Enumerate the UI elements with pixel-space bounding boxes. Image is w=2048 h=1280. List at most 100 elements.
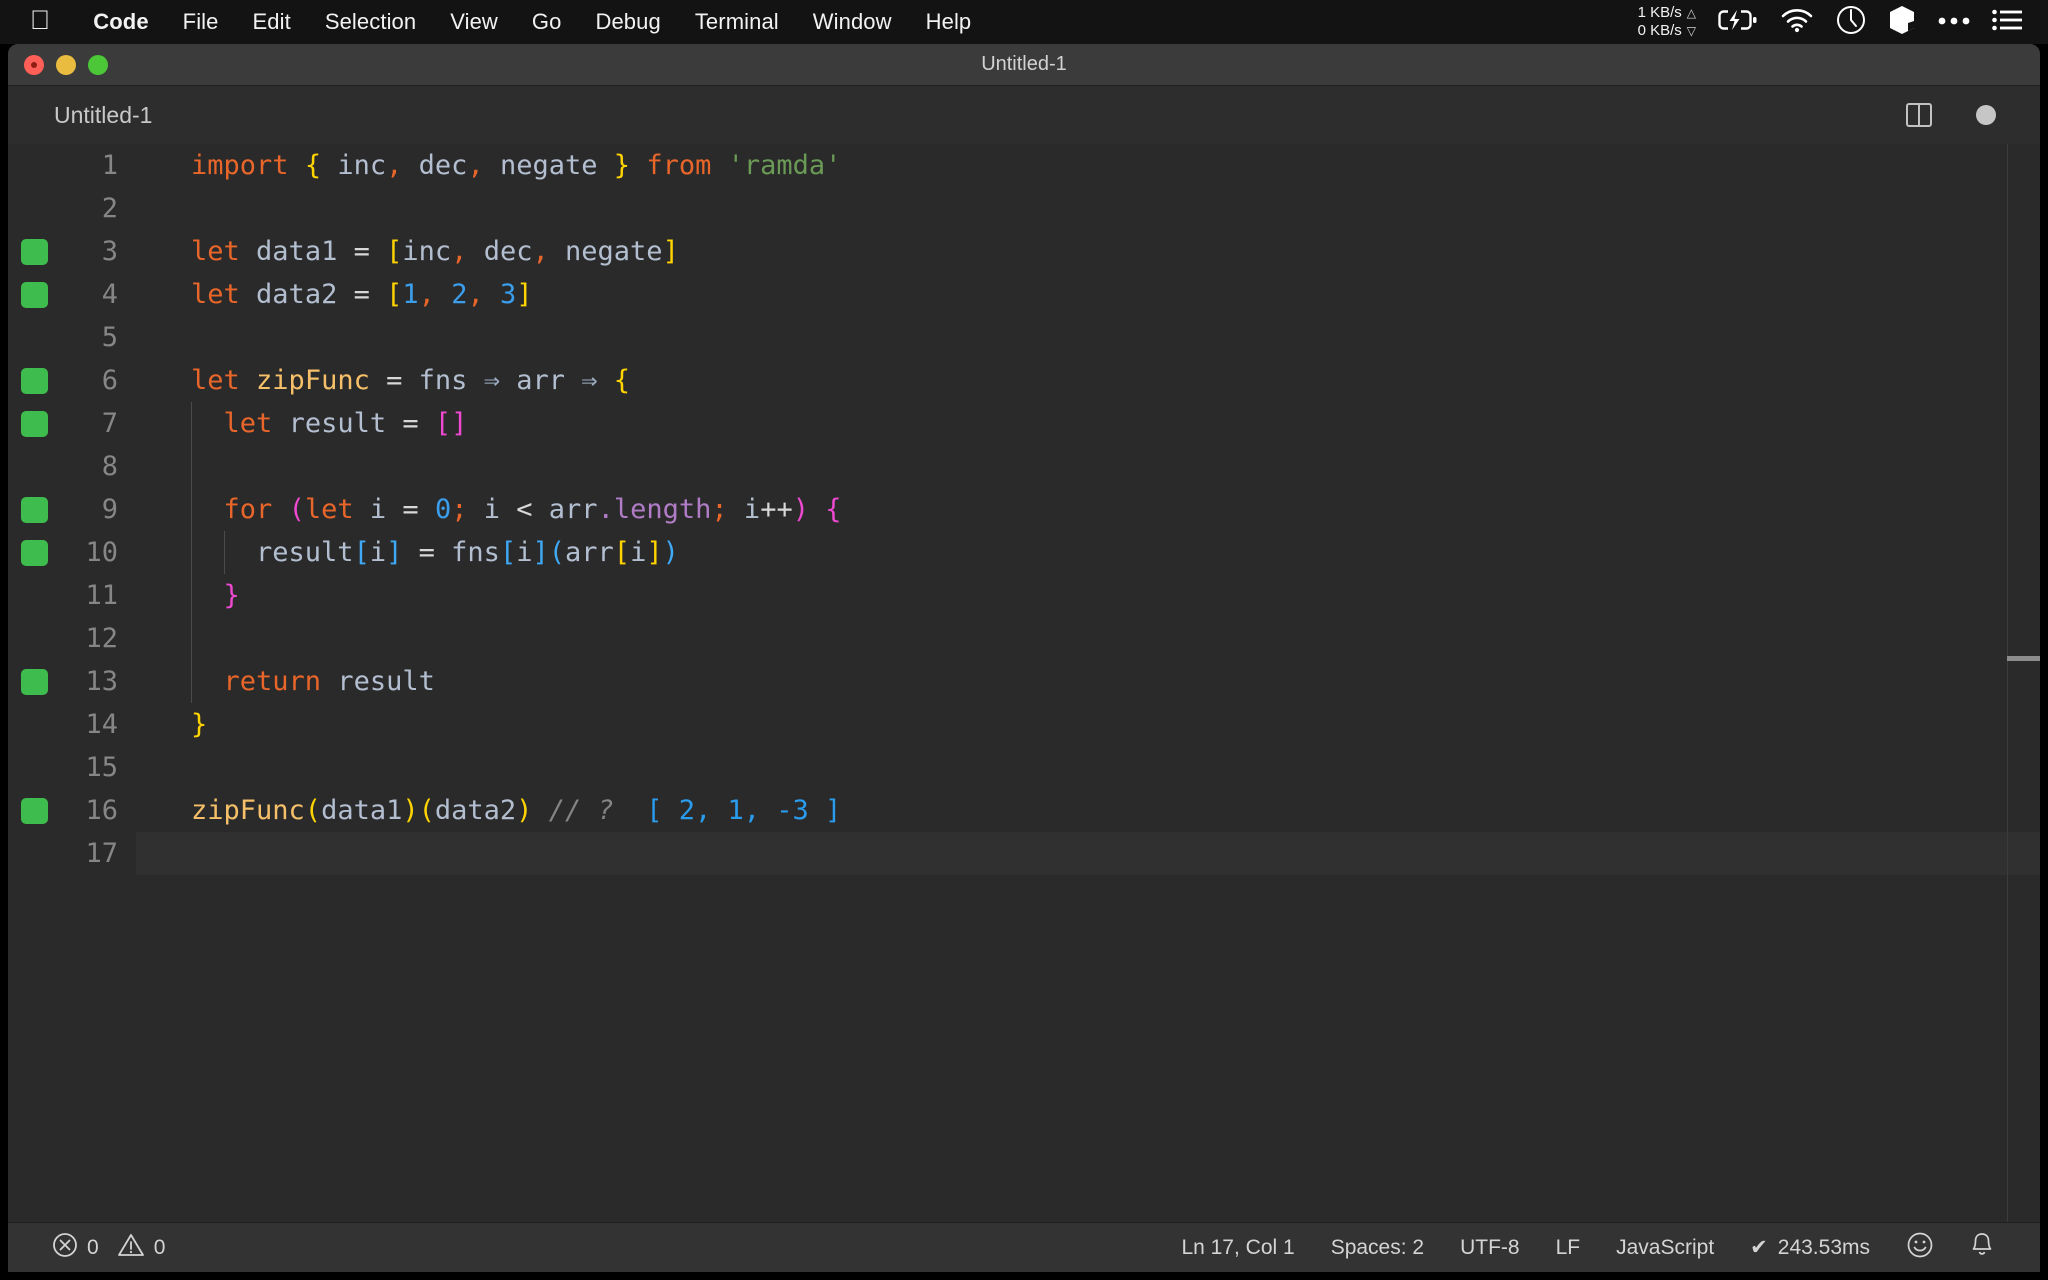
code-token: inc [337, 150, 387, 181]
code-token: = [402, 494, 419, 525]
clock-icon[interactable] [1836, 5, 1866, 40]
close-icon [31, 61, 37, 68]
upload-arrow-icon: △ [1686, 6, 1696, 20]
code-token: data1 [256, 236, 338, 267]
ellipsis-icon[interactable] [1938, 13, 1970, 31]
code-line[interactable]: 1 import { inc, dec, negate } from 'ramda… [8, 144, 2040, 187]
box-icon[interactable] [1888, 5, 1916, 40]
code-line[interactable]: 2 [8, 187, 2040, 230]
coverage-indicator-empty [21, 196, 48, 222]
menu-item-file[interactable]: File [166, 9, 236, 35]
code-editor[interactable]: 1 import { inc, dec, negate } from 'ramda… [8, 144, 2040, 1222]
coverage-indicator-empty [21, 454, 48, 480]
code-text[interactable] [136, 316, 2040, 359]
code-line[interactable]: 9 for (let i = 0; i < arr. length; i ++) { [8, 488, 2040, 531]
eol-setting[interactable]: LF [1538, 1236, 1599, 1260]
status-bar-left: 0 0 [8, 1232, 183, 1264]
code-token: [ 2, 1, -3 ] [646, 795, 842, 826]
cursor-position[interactable]: Ln 17, Col 1 [1163, 1236, 1312, 1260]
code-line[interactable]: 7 let result = [] [8, 402, 2040, 445]
code-line[interactable]: 17 [8, 832, 2040, 875]
code-text[interactable]: let data2 = [1, 2, 3] [136, 273, 2040, 316]
problems-status[interactable]: 0 0 [34, 1232, 183, 1264]
apple-logo-icon[interactable]:  [30, 6, 50, 34]
menu-item-code[interactable]: Code [76, 9, 165, 35]
menu-item-window[interactable]: Window [796, 9, 909, 35]
code-token: // ? [548, 795, 614, 826]
code-text[interactable] [136, 746, 2040, 789]
menu-item-selection[interactable]: Selection [308, 9, 433, 35]
code-line[interactable]: 5 [8, 316, 2040, 359]
code-text[interactable]: let data1 = [inc, dec, negate] [136, 230, 2040, 273]
code-text[interactable] [136, 187, 2040, 230]
coverage-indicator-empty [21, 712, 48, 738]
split-editor-icon[interactable] [1906, 103, 1932, 127]
code-text[interactable]: let result = [] [136, 402, 2040, 445]
code-token: i [369, 537, 387, 568]
menu-item-debug[interactable]: Debug [578, 9, 677, 35]
code-text[interactable]: result[i] = fns[i](arr[i]) [136, 531, 2040, 574]
encoding-setting[interactable]: UTF-8 [1442, 1236, 1538, 1260]
code-line[interactable]: 4 let data2 = [1, 2, 3] [8, 273, 2040, 316]
editor-tab-bar: Untitled-1 [8, 86, 2040, 144]
code-text[interactable]: import { inc, dec, negate } from 'ramda' [136, 144, 2040, 187]
menu-item-go[interactable]: Go [515, 9, 579, 35]
list-icon[interactable] [1992, 9, 2022, 36]
code-text[interactable]: let zipFunc = fns ⇒ arr ⇒ { [136, 359, 2040, 402]
battery-charging-icon[interactable] [1718, 8, 1758, 37]
code-text[interactable] [136, 617, 2040, 660]
code-token: = [418, 537, 435, 568]
code-token: < [516, 494, 533, 525]
code-token: , [532, 236, 549, 267]
language-mode[interactable]: JavaScript [1598, 1236, 1732, 1260]
code-line[interactable]: 8 [8, 445, 2040, 488]
network-speed-indicator[interactable]: 1 KB/s 0 KB/s △ ▽ [1638, 4, 1696, 40]
maximize-button[interactable] [88, 54, 108, 75]
error-circle-icon [52, 1232, 78, 1264]
code-line[interactable]: 11 } [8, 574, 2040, 617]
notifications-button[interactable] [1952, 1231, 2012, 1265]
code-line[interactable]: 10 result[i] = fns[i](arr[i]) [8, 531, 2040, 574]
scrollbar-decoration[interactable] [2007, 656, 2040, 661]
feedback-button[interactable] [1888, 1231, 1952, 1265]
unsaved-changes-dot-icon[interactable] [1976, 105, 1996, 125]
code-text[interactable]: } [136, 574, 2040, 617]
code-line[interactable]: 3 let data1 = [inc, dec, negate] [8, 230, 2040, 273]
code-token: i [630, 537, 647, 568]
wifi-icon[interactable] [1780, 7, 1814, 38]
code-line[interactable]: 13 return result [8, 660, 2040, 703]
menu-item-help[interactable]: Help [909, 9, 989, 35]
code-line[interactable]: 6 let zipFunc = fns ⇒ arr ⇒ { [8, 359, 2040, 402]
code-line[interactable]: 12 [8, 617, 2040, 660]
code-token: , [467, 150, 484, 181]
code-text[interactable]: for (let i = 0; i < arr. length; i ++) { [136, 488, 2040, 531]
code-line[interactable]: 15 [8, 746, 2040, 789]
code-token: i [743, 494, 761, 525]
code-token: ] [532, 537, 549, 568]
code-token: } [191, 709, 208, 740]
code-token: [ [613, 537, 631, 568]
menu-item-view[interactable]: View [433, 9, 515, 35]
window-title: Untitled-1 [981, 53, 1067, 75]
quokka-status[interactable]: ✔ 243.53ms [1732, 1235, 1888, 1260]
code-text[interactable]: zipFunc(data1)(data2) // ? [ 2, 1, -3 ] [136, 789, 2040, 832]
menu-item-edit[interactable]: Edit [236, 9, 308, 35]
code-line[interactable]: 14} [8, 703, 2040, 746]
menu-item-terminal[interactable]: Terminal [678, 9, 796, 35]
code-token: import [191, 150, 289, 181]
code-text[interactable]: } [136, 703, 2040, 746]
tab-untitled-1[interactable]: Untitled-1 [8, 86, 208, 144]
indentation-setting[interactable]: Spaces: 2 [1313, 1236, 1442, 1260]
code-line[interactable]: 16 zipFunc(data1)(data2) // ? [ 2, 1, -3 … [8, 789, 2040, 832]
code-token: [ [353, 537, 370, 568]
minimize-button[interactable] [56, 54, 76, 75]
code-text[interactable]: return result [136, 660, 2040, 703]
code-token: ( [548, 537, 566, 568]
close-button[interactable] [24, 54, 44, 75]
code-text[interactable] [136, 832, 2040, 875]
code-token: data2 [434, 795, 517, 826]
code-text[interactable] [136, 445, 2040, 488]
